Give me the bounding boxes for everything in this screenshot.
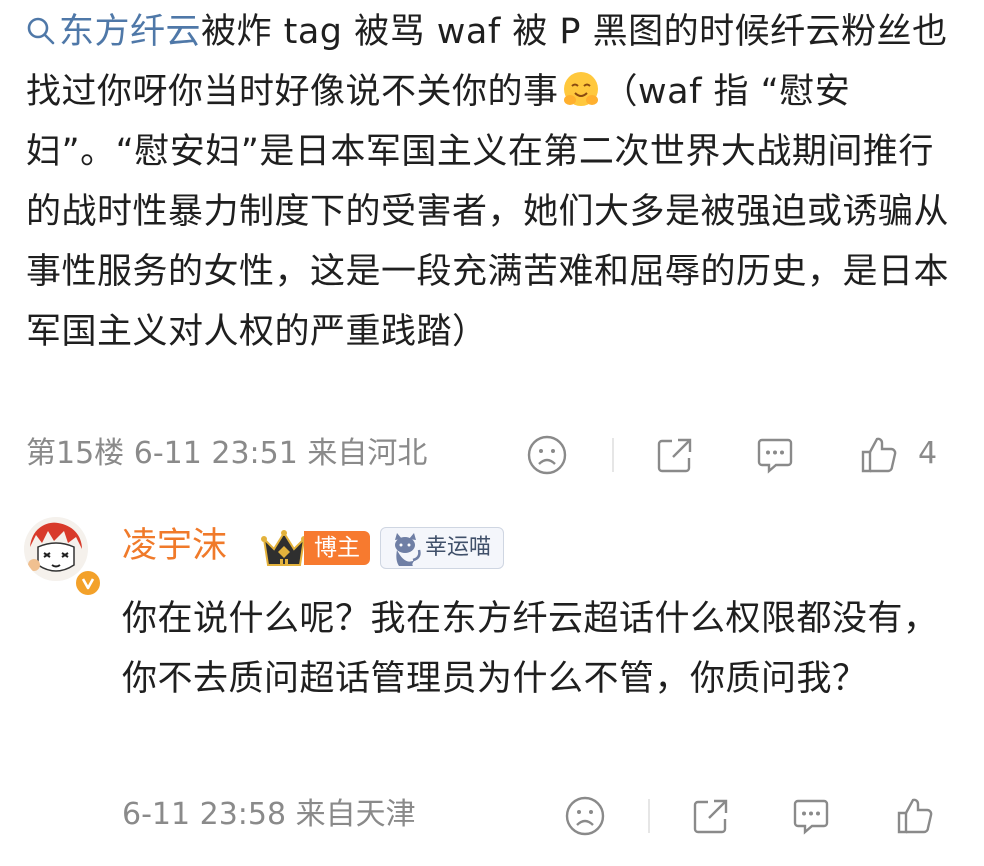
thumbs-up-icon[interactable] <box>894 795 936 837</box>
verified-badge-icon <box>74 569 102 597</box>
comment-text: 东方纤云被炸 tag 被骂 waf 被 P 黑图的时候纤云粉丝也找过你呀你当时好… <box>26 2 956 362</box>
cat-icon <box>395 533 421 566</box>
fan-badge[interactable]: 幸运喵 <box>380 527 505 569</box>
divider <box>648 799 650 833</box>
frown-face-icon[interactable] <box>564 795 606 837</box>
hugging-face-emoji <box>563 72 598 106</box>
share-icon[interactable] <box>654 434 696 476</box>
author-name[interactable]: 凌宇沫 <box>122 521 227 571</box>
role-badge: 博主 <box>304 531 370 565</box>
floor-label: 第15楼 <box>26 436 125 471</box>
fan-badge-label: 幸运喵 <box>425 535 492 560</box>
comment-bubble-icon[interactable] <box>754 434 796 476</box>
reply-text: 你在说什么呢？我在东方纤云超话什么权限都没有，你不去质问超话管理员为什么不管，你… <box>122 599 939 699</box>
comment-time: 6-11 23:51 <box>133 436 298 471</box>
search-icon <box>27 17 55 45</box>
comment-text-part2: （waf 指 “慰安妇”。“慰安妇”是日本军国主义在第二次世界大战期间推行的战时… <box>26 72 950 352</box>
reply-meta: 6-11 23:58 来自天津 <box>122 789 952 841</box>
topic-link[interactable]: 东方纤云 <box>26 12 201 52</box>
comment-meta: 第15楼 6-11 23:51 来自河北 4 <box>26 428 946 480</box>
comment-bubble-icon[interactable] <box>790 795 832 837</box>
crown-icon <box>260 525 308 573</box>
reply: 凌宇沫 博主 幸运喵 你在说什么呢？我在东方纤云超话什么权限都没有，你不去质问超… <box>0 515 984 866</box>
thumbs-up-icon[interactable] <box>858 434 900 476</box>
share-icon[interactable] <box>690 795 732 837</box>
reply-time: 6-11 23:58 <box>122 797 287 832</box>
divider <box>612 438 614 472</box>
comment-location: 来自河北 <box>307 436 428 471</box>
frown-face-icon[interactable] <box>526 434 568 476</box>
like-count: 4 <box>918 436 938 471</box>
reply-location: 来自天津 <box>295 797 416 832</box>
